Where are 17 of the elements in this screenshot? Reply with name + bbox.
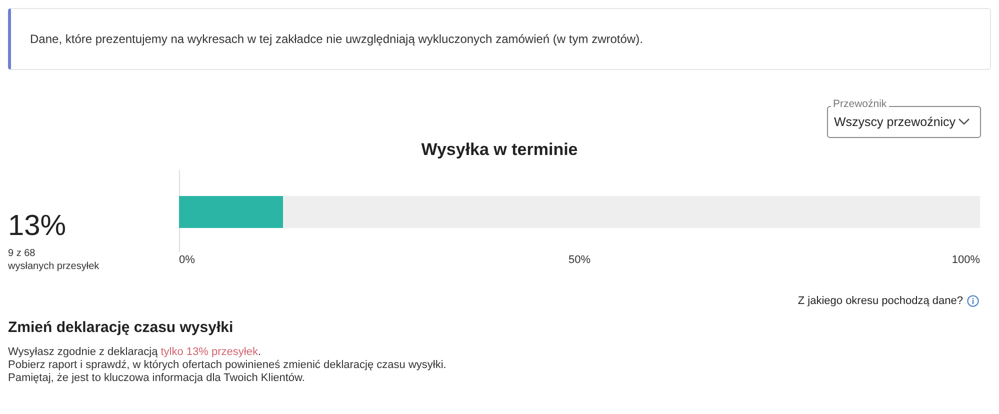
chevron-down-icon [958,118,970,126]
field-label: Przewoźnik [831,98,889,110]
description-text: Pobierz raport i sprawdź, w których ofertach powinieneś zmienić deklarację czasu wysyłki. [8,359,448,372]
notice-text: Dane, które prezentujemy na wykresach w tej zakładce nie uwzględniają wykluczonych zamówień (w tym zwrotów). [30,32,643,46]
section-heading: Zmień deklarację czasu wysyłki [8,319,234,336]
axis-tick-label: 50% [568,254,591,266]
axis-tick-label: 100% [952,254,980,266]
description-text: Pamiętaj, że jest to kluczowa informacja dla Twoich Klientów. [8,372,306,385]
data-period-link[interactable]: Z jakiego okresu pochodzą dane? [798,295,963,307]
chart-title: Wysyłka w terminie [420,140,579,160]
carrier-dropdown[interactable]: Wszyscy przewoźnicy [827,106,981,138]
description-text: Wysyłasz zgodnie z deklaracją tylko 13% przesyłek. [8,346,262,359]
info-icon [967,295,979,307]
count-caption: wysłanych przesyłek [8,260,100,273]
percent-value: 13% [8,210,68,243]
shipment-count: 9 z 68 [8,247,36,260]
axis-tick-label: 0% [179,254,195,266]
